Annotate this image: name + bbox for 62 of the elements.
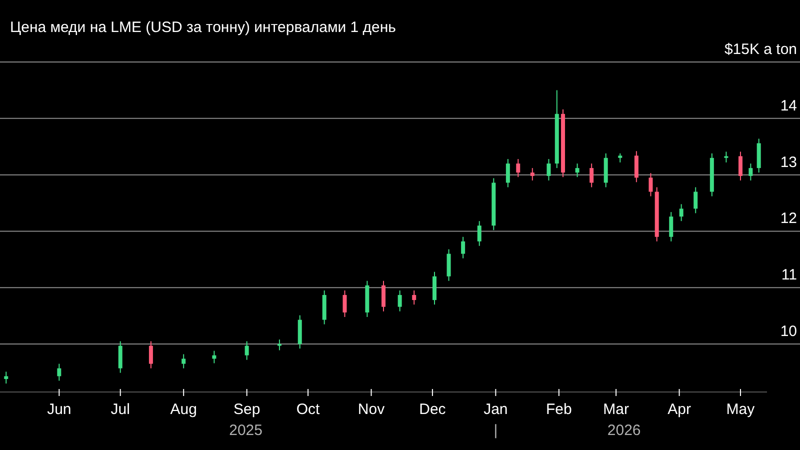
candlestick: [710, 152, 714, 197]
candlestick: [277, 339, 282, 351]
year-label: 2026: [607, 422, 641, 439]
candlestick: [634, 150, 638, 183]
x-axis-label: May: [726, 401, 755, 418]
candlestick: [342, 290, 347, 318]
candlestick: [446, 248, 451, 282]
x-axis-label: Mar: [603, 401, 629, 418]
candlestick: [724, 151, 728, 163]
x-axis-label: Nov: [358, 401, 385, 418]
candlestick: [298, 314, 302, 350]
candlestick: [654, 186, 659, 242]
x-axis-label: Oct: [296, 401, 320, 418]
candlestick: [118, 340, 122, 374]
candlestick: [590, 163, 594, 188]
year-separator: |: [494, 422, 498, 439]
candlestick: [546, 158, 551, 181]
candlestick: [561, 108, 565, 178]
y-axis-label: $15K a ton: [724, 41, 797, 58]
candlestick: [694, 186, 698, 214]
candlestick: [432, 271, 436, 306]
candlestick: [604, 152, 608, 188]
candlestick: [365, 280, 370, 318]
candlestick: [679, 204, 684, 222]
candlestick: [382, 280, 386, 312]
y-axis-label: 12: [780, 210, 797, 228]
candlestick: [618, 152, 622, 163]
x-axis-label: Apr: [668, 401, 691, 418]
candlestick: [412, 290, 416, 306]
x-axis-label: Feb: [546, 401, 572, 418]
y-axis-label: 13: [780, 154, 797, 171]
candlestick: [516, 158, 520, 178]
y-axis-label: 11: [781, 266, 797, 284]
candlestick: [756, 138, 761, 174]
y-axis-label: 14: [780, 97, 797, 114]
candlestick: [477, 220, 482, 246]
candlestick: [212, 350, 216, 364]
candlestick: [530, 168, 534, 181]
x-axis-label: Aug: [170, 401, 197, 418]
candlestick: [669, 212, 674, 242]
candlestick: [648, 172, 653, 197]
candlestick: [57, 363, 62, 382]
candlestick: [506, 158, 510, 188]
candlestick: [148, 340, 153, 369]
x-axis-label: Sep: [233, 401, 260, 418]
candlestick: [322, 290, 326, 325]
x-axis-label: Jan: [484, 401, 508, 418]
candlestick: [398, 290, 402, 312]
x-axis-label: Jul: [110, 401, 130, 418]
candlestick: [575, 163, 580, 178]
year-label: 2025: [229, 422, 262, 439]
candlestick: [182, 354, 186, 369]
candlestick: [492, 178, 496, 231]
candlestick: [4, 371, 8, 384]
candlestick: [244, 340, 249, 360]
candlestick: [738, 151, 742, 181]
candlestick: [461, 236, 466, 259]
y-axis-label: 10: [780, 323, 797, 340]
x-axis-label: Dec: [419, 401, 446, 418]
candlestick: [748, 163, 753, 181]
chart-title: Цена меди на LME (USD за тонну) интервалами 1 день: [10, 19, 396, 36]
x-axis-label: Jun: [47, 401, 72, 418]
